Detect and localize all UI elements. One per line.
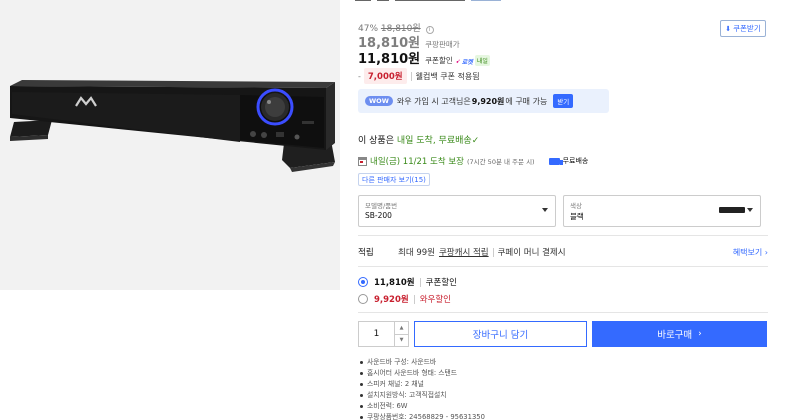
rocket-label: 로켓 bbox=[461, 59, 473, 66]
free-shipping-highlight: 내일 도착, 무료배송 bbox=[396, 136, 472, 146]
buy-now-label: 바로구매 bbox=[657, 330, 693, 341]
price-option-label: 와우할인 bbox=[419, 295, 451, 305]
spec-item: 스피커 채널: 2 채널 bbox=[358, 379, 485, 390]
reward-row: 적립 최대 99원 쿠팡캐시 적립 쿠페이 머니 결제시 혜택보기 › bbox=[358, 246, 768, 258]
spec-list: 사운드바 구성: 사운드바 홈시어터 사운드바 형태: 스탠드 스피커 채널: … bbox=[358, 357, 485, 420]
free-shipping-prefix: 이 상품은 bbox=[358, 136, 394, 146]
wow-membership-banner[interactable]: WOW 와우 가입 시 고객님은 9,920원 에 구매 가능 받기 bbox=[358, 89, 609, 113]
wow-banner-text: 와우 가입 시 고객님은 bbox=[396, 96, 471, 106]
radio-unselected[interactable] bbox=[358, 294, 368, 304]
quantity-stepper[interactable]: 1 ▲ ▼ bbox=[358, 321, 409, 347]
spec-item: 설치지원방식: 고객직접설치 bbox=[358, 390, 485, 401]
chevron-down-icon bbox=[542, 208, 548, 212]
model-option-value: SB-200 bbox=[365, 211, 392, 220]
quantity-value[interactable]: 1 bbox=[359, 322, 394, 346]
coupon-download-button[interactable]: ⬇ 쿠폰받기 bbox=[720, 20, 766, 37]
coupon-price: 11,810원 bbox=[358, 52, 421, 67]
reward-label: 적립 bbox=[358, 248, 374, 258]
spec-item: 홈시어터 사운드바 형태: 스탠드 bbox=[358, 368, 485, 379]
free-shipping-notice: 이 상품은 내일 도착, 무료배송✓ bbox=[358, 133, 479, 146]
free-delivery-label: 무료배송 bbox=[562, 157, 589, 165]
wow-price: 9,920원 bbox=[471, 96, 505, 106]
delivery-note: (7시간 50분 내 주문 시) bbox=[466, 158, 535, 166]
coupon-price-row: 11,810원 쿠폰할인 ➹ 로켓 내일 bbox=[358, 48, 490, 67]
divider bbox=[358, 235, 768, 236]
price-option-coupon[interactable]: 11,810원 쿠폰할인 bbox=[358, 276, 457, 288]
calendar-icon bbox=[358, 156, 367, 166]
reward-cash-link[interactable]: 쿠팡캐시 적립 bbox=[439, 246, 489, 258]
welcome-back-row: - 7,000원 웰컴백 쿠폰 적용됨 bbox=[358, 68, 480, 84]
welcome-back-price: 7,000원 bbox=[363, 68, 407, 84]
delivery-guarantee: 내일(금) 11/21 도착 보장 bbox=[370, 157, 464, 167]
divider bbox=[358, 266, 768, 267]
decrement-icon[interactable]: ▼ bbox=[395, 333, 408, 347]
coupon-download-label: 쿠폰받기 bbox=[733, 24, 761, 33]
benefits-link[interactable]: 혜택보기 › bbox=[733, 247, 768, 258]
price-option-wow[interactable]: 9,920원 와우할인 bbox=[358, 293, 451, 305]
spec-item: 소비전력: 6W bbox=[358, 401, 485, 412]
price-option-value: 9,920원 bbox=[374, 295, 409, 305]
wow-get-button[interactable]: 받기 bbox=[553, 94, 574, 108]
add-to-cart-button[interactable]: 장바구니 담기 bbox=[414, 321, 587, 347]
wow-banner-suffix: 에 구매 가능 bbox=[505, 96, 548, 106]
check-icon: ✓ bbox=[471, 136, 480, 146]
download-icon: ⬇ bbox=[725, 24, 732, 33]
reward-amount: 최대 99원 bbox=[398, 248, 435, 258]
model-option-select[interactable]: 모델명/품번 SB-200 bbox=[358, 195, 556, 227]
free-delivery: 무료배송 bbox=[548, 156, 589, 166]
model-option-label: 모델명/품번 bbox=[365, 202, 398, 210]
coupon-price-label: 쿠폰할인 bbox=[425, 56, 453, 65]
reward-condition: 쿠페이 머니 결제시 bbox=[497, 248, 566, 258]
wow-badge: WOW bbox=[365, 96, 393, 106]
tomorrow-badge: 내일 bbox=[474, 55, 490, 66]
divider bbox=[358, 312, 768, 313]
buy-now-button[interactable]: 바로구매 › bbox=[592, 321, 767, 347]
product-image[interactable] bbox=[0, 0, 340, 290]
color-swatch-thumbnail bbox=[719, 207, 745, 213]
welcome-back-desc: 웰컴백 쿠폰 적용됨 bbox=[415, 71, 480, 81]
price-option-value: 11,810원 bbox=[374, 278, 415, 288]
spec-item: 쿠팡상품번호: 24568829 - 95631350 bbox=[358, 412, 485, 420]
rocket-icon: ➹ bbox=[455, 58, 461, 65]
other-sellers-button[interactable]: 다른 판매자 보기(15) bbox=[358, 173, 430, 186]
radio-selected[interactable] bbox=[358, 277, 368, 287]
chevron-right-icon: › bbox=[698, 329, 702, 339]
soundbar-image bbox=[10, 80, 335, 172]
increment-icon[interactable]: ▲ bbox=[395, 322, 408, 334]
rocket-badge: ➹ 로켓 bbox=[456, 57, 473, 66]
price-option-label: 쿠폰할인 bbox=[425, 278, 457, 288]
color-option-select[interactable]: 색상 블랙 bbox=[563, 195, 761, 227]
cut-off-header bbox=[355, 0, 768, 4]
delivery-row: 내일(금) 11/21 도착 보장 (7시간 50분 내 주문 시) 무료배송 bbox=[358, 155, 768, 167]
product-info-panel: 47% 18,810원 i ⬇ 쿠폰받기 18,810원 쿠팡판매가 11,81… bbox=[355, 0, 768, 420]
spec-item: 사운드바 구성: 사운드바 bbox=[358, 357, 485, 368]
truck-icon bbox=[548, 157, 563, 165]
chevron-down-icon bbox=[747, 208, 753, 212]
